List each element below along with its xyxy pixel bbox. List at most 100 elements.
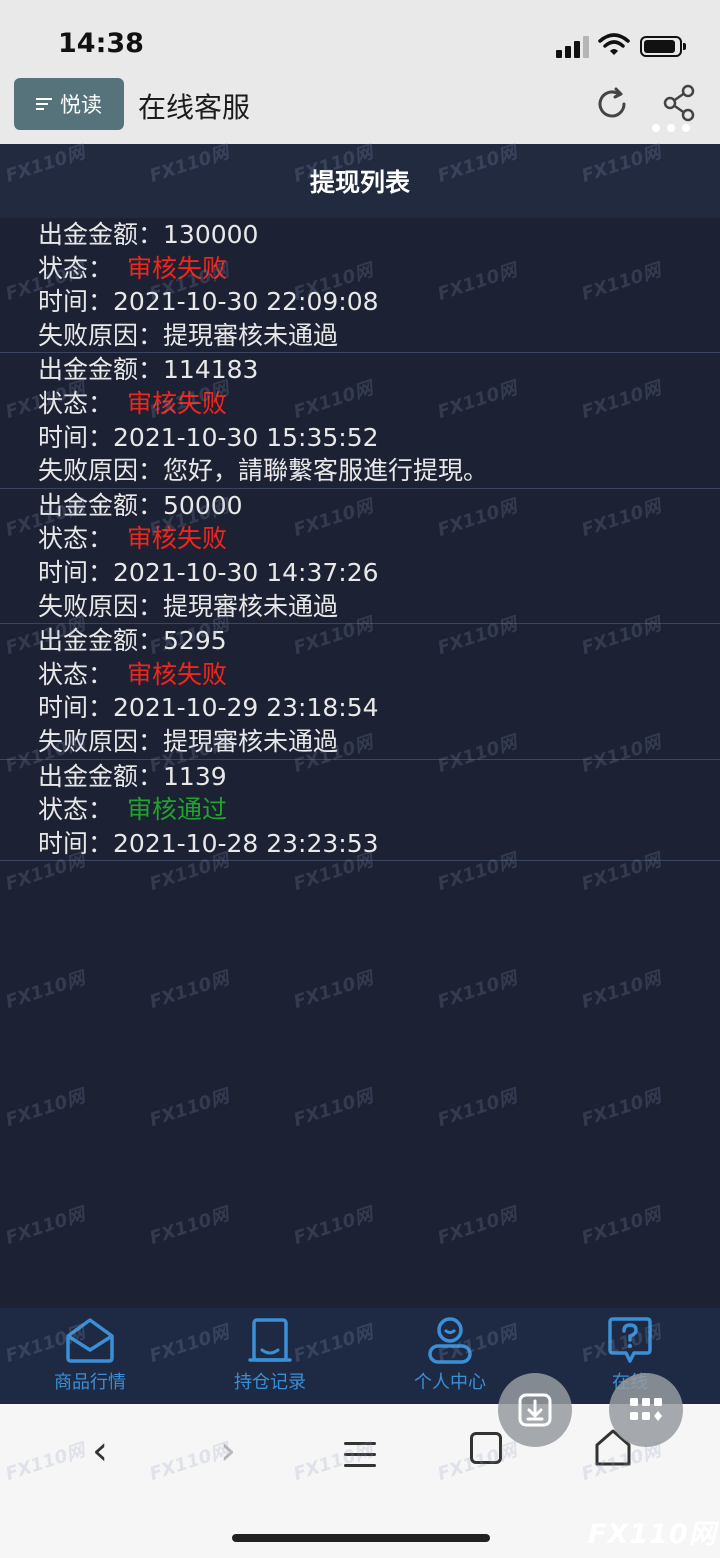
reason-row: 失败原因：提現審核未通過 [38,319,720,353]
reason-row: 失败原因：您好，請聯繫客服進行提現。 [38,454,720,488]
tab-label: 个人中心 [414,1372,486,1393]
watermark-text: FX110网 [291,967,376,1014]
amount-label: 出金金额： [38,355,164,385]
read-mode-button[interactable]: 悦读 [14,78,124,130]
apps-button[interactable] [609,1373,683,1447]
bottom-tab-bar: 商品行情 持仓记录 个人中心 在线 [0,1308,720,1404]
amount-row: 出金金额：50000 [38,489,720,523]
reason-value: 提現審核未通過 [163,320,339,350]
watermark-text: FX110网 [3,1203,88,1250]
time-row: 时间：2021-10-30 14:37:26 [38,556,720,590]
amount-value: 130000 [163,220,259,249]
time-value: 2021-10-28 23:23:53 [113,828,379,858]
withdraw-record: 出金金额：114183 状态： 审核失败 时间：2021-10-30 15:35:… [0,353,720,489]
time-label: 时间： [38,422,114,452]
watermark-text: FX110网 [291,1203,376,1250]
amount-row: 出金金额：130000 [38,218,720,252]
reason-value: 提現審核未通過 [163,726,339,756]
reason-label: 失败原因： [38,456,164,486]
status-value: 审核失败 [127,253,228,283]
page-title: 提现列表 [309,168,410,197]
withdraw-record: 出金金额：1139 状态： 审核通过 时间：2021-10-28 23:23:53 [0,760,720,862]
withdraw-record: 出金金额：130000 状态： 审核失败 时间：2021-10-30 22:09:… [0,218,720,354]
tabs-icon[interactable] [470,1432,502,1464]
reason-label: 失败原因： [38,591,164,621]
app-bar: 悦读 在线客服 [0,76,720,144]
status-row: 状态： 审核失败 [38,658,720,692]
menu-icon[interactable] [344,1434,376,1475]
watermark-text: FX110网 [147,967,232,1014]
watermark-text: FX110网 [147,1085,232,1132]
amount-row: 出金金额：1139 [38,760,720,794]
watermark-text: FX110网 [579,1203,664,1250]
amount-row: 出金金额：5295 [38,624,720,658]
amount-label: 出金金额： [38,761,164,791]
watermark-text: FX110网 [579,967,664,1014]
watermark-text: FX110网 [3,1085,88,1132]
status-time: 14:38 [58,28,144,59]
watermark-text: FX110网 [435,1085,520,1132]
apps-grid-icon [630,1398,662,1421]
withdraw-record: 出金金额：50000 状态： 审核失败 时间：2021-10-30 14:37:2… [0,489,720,625]
time-row: 时间：2021-10-28 23:23:53 [38,827,720,861]
watermark-logo: FX110网 [588,1519,717,1550]
cellular-signal-icon [556,36,592,58]
home-indicator [232,1534,490,1542]
status-value: 审核失败 [127,524,228,554]
tab-market[interactable]: 商品行情 [20,1316,160,1394]
tab-label: 持仓记录 [234,1372,306,1393]
download-icon [518,1393,552,1427]
tab-holdings[interactable]: 持仓记录 [200,1316,340,1394]
status-row: 状态： 审核通过 [38,793,720,827]
share-icon[interactable] [662,84,698,122]
amount-value: 5295 [163,626,227,656]
status-row: 状态： 审核失败 [38,252,720,286]
status-label: 状态： [38,795,114,825]
amount-row: 出金金额：114183 [38,353,720,387]
time-label: 时间： [38,828,114,858]
menu-lines-icon [36,95,52,113]
market-icon [66,1318,114,1363]
watermark-text: FX110网 [147,1203,232,1250]
watermark-text: FX110网 [579,1085,664,1132]
time-value: 2021-10-30 14:37:26 [113,557,379,587]
status-label: 状态： [38,524,114,554]
status-row: 状态： 审核失败 [38,522,720,556]
tab-label: 商品行情 [54,1372,126,1393]
reason-label: 失败原因： [38,320,164,350]
reason-row: 失败原因：提現審核未通過 [38,725,720,759]
status-value: 审核通过 [127,795,228,825]
time-value: 2021-10-29 23:18:54 [113,693,379,723]
time-label: 时间： [38,287,114,317]
wifi-icon [598,33,630,55]
watermark-text: FX110网 [3,967,88,1014]
status-bar: 14:38 [0,0,720,76]
download-button[interactable] [498,1373,572,1447]
reason-value: 您好，請聯繫客服進行提現。 [163,456,489,486]
time-label: 时间： [38,557,114,587]
forward-button[interactable]: › [220,1428,236,1474]
withdraw-list: 出金金额：130000 状态： 审核失败 时间：2021-10-30 22:09:… [0,218,720,862]
reason-label: 失败原因： [38,726,164,756]
refresh-icon[interactable] [594,86,630,122]
back-button[interactable]: ‹ [92,1428,108,1474]
time-value: 2021-10-30 22:09:08 [113,287,379,317]
amount-label: 出金金额： [38,490,164,520]
time-row: 时间：2021-10-30 15:35:52 [38,421,720,455]
help-icon [608,1317,652,1363]
page-header: 提现列表 [0,144,720,218]
time-label: 时间： [38,693,114,723]
status-value: 审核失败 [127,388,228,418]
more-dots-icon[interactable] [652,124,690,132]
reason-value: 提現審核未通過 [163,591,339,621]
time-row: 时间：2021-10-29 23:18:54 [38,691,720,725]
amount-label: 出金金额： [38,626,164,656]
status-label: 状态： [38,388,114,418]
watermark-text: FX110网 [435,1203,520,1250]
app-title: 在线客服 [138,91,251,124]
tab-profile[interactable]: 个人中心 [380,1316,520,1394]
battery-icon [640,36,686,57]
amount-value: 114183 [163,355,259,385]
status-label: 状态： [38,253,114,283]
holdings-icon [248,1318,292,1362]
